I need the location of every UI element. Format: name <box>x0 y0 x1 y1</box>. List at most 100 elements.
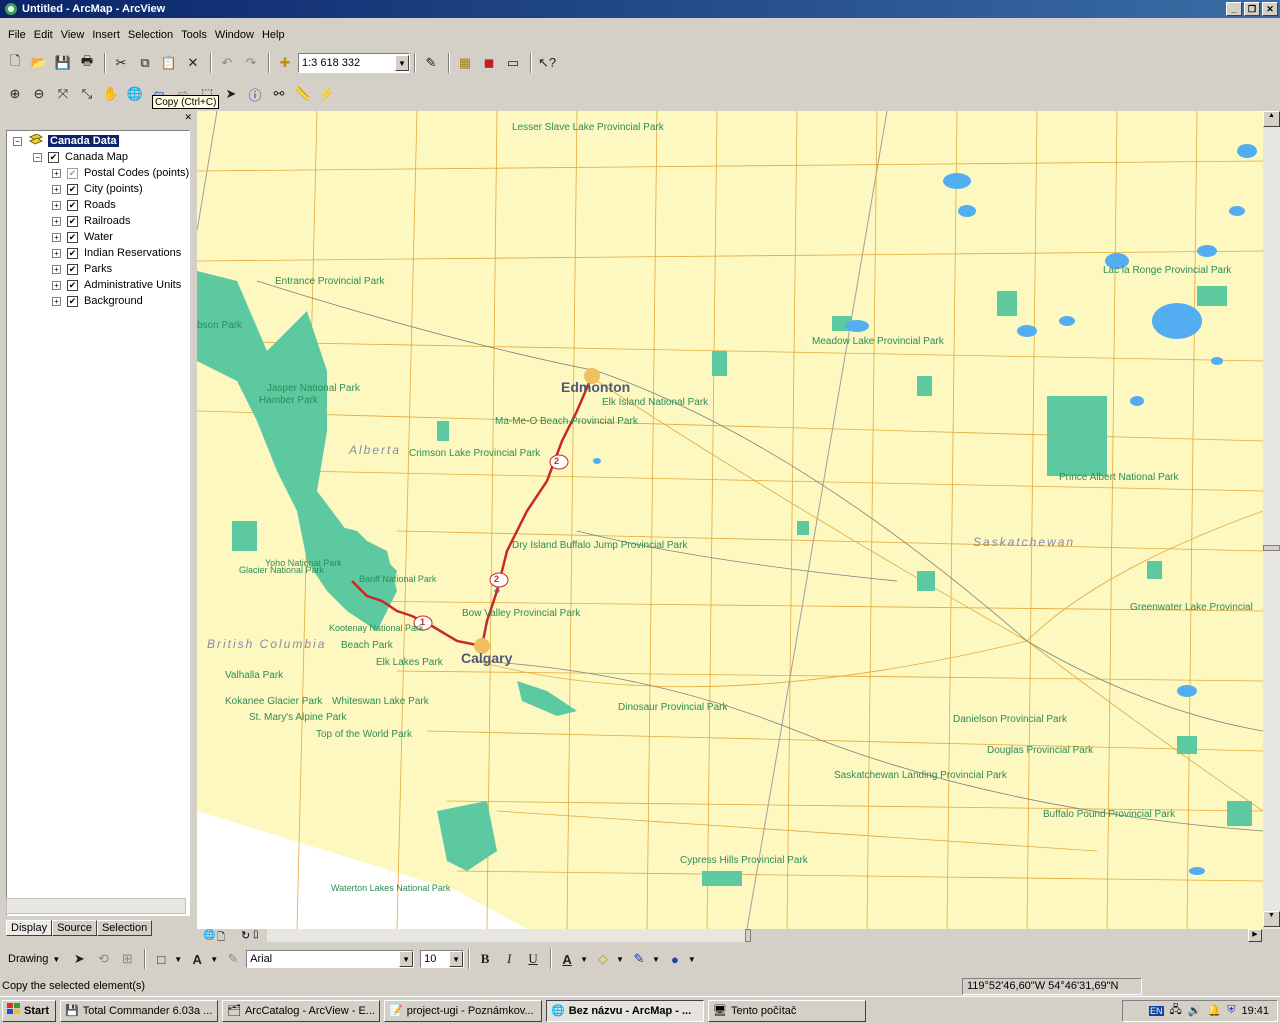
select-elements-arrow-icon[interactable]: ➤ <box>220 83 242 105</box>
data-view-icon[interactable]: 🌐 <box>203 930 215 941</box>
toc-map-group[interactable]: − ✔ Canada Map <box>33 149 128 165</box>
fill-color-icon[interactable]: ◇ <box>592 948 614 970</box>
checkbox-checked-icon[interactable]: ✔ <box>67 183 78 195</box>
chevron-down-icon[interactable]: ▼ <box>688 955 696 964</box>
minimize-button[interactable]: _ <box>1226 2 1242 16</box>
drawing-menu[interactable]: Drawing <box>4 953 52 965</box>
checkbox-checked-icon[interactable]: ✔ <box>67 263 78 275</box>
expand-icon[interactable]: + <box>52 216 61 226</box>
expand-icon[interactable]: + <box>52 280 61 290</box>
chevron-down-icon[interactable]: ▼ <box>399 951 414 967</box>
fixed-zoom-in-icon[interactable]: ⤧ <box>52 83 74 105</box>
font-color-icon[interactable]: A <box>556 948 578 970</box>
rectangle-icon[interactable]: □ <box>150 948 172 970</box>
chevron-down-icon[interactable]: ▼ <box>616 955 624 964</box>
scroll-right-icon[interactable]: ▶ <box>1248 929 1262 942</box>
expand-icon[interactable]: + <box>52 168 61 178</box>
callout-icon[interactable]: ✎ <box>222 948 244 970</box>
taskbar-item[interactable]: 🗂 ArcCatalog - ArcView - E... <box>222 999 380 1022</box>
tab-selection[interactable]: Selection <box>96 920 153 936</box>
refresh-icon[interactable]: ↻ <box>241 929 250 942</box>
map-vertical-scrollbar[interactable]: ▲ ▼ <box>1263 111 1280 929</box>
menu-help[interactable]: Help <box>258 29 289 41</box>
shield-icon[interactable]: ⛨ <box>1227 1004 1235 1017</box>
underline-icon[interactable]: U <box>522 948 544 970</box>
chevron-down-icon[interactable]: ▼ <box>395 55 409 71</box>
hyperlink-lightning-icon[interactable]: ⚡ <box>316 83 338 105</box>
identify-icon[interactable]: ⓘ <box>244 83 266 105</box>
close-icon[interactable]: ✕ <box>184 112 192 126</box>
expand-icon[interactable]: + <box>52 232 61 242</box>
checkbox-checked-icon[interactable]: ✔ <box>67 231 78 243</box>
zoom-out-icon[interactable]: ⊖ <box>28 83 50 105</box>
layout-view-icon[interactable]: 🗋 <box>217 930 225 947</box>
scroll-down-icon[interactable]: ▼ <box>1263 911 1280 927</box>
find-binoculars-icon[interactable]: ⚯ <box>268 83 290 105</box>
font-dropdown[interactable]: Arial ▼ <box>246 950 415 968</box>
toc-layer[interactable]: + ✔ Water <box>52 229 113 245</box>
scroll-thumb[interactable] <box>745 929 751 942</box>
arctoolbox-icon[interactable]: ◼ <box>478 52 500 74</box>
taskbar-item[interactable]: 📝 project-ugi - Poznámkov... <box>384 999 542 1022</box>
expand-icon[interactable]: + <box>52 200 61 210</box>
toc-horizontal-scrollbar[interactable] <box>6 898 186 914</box>
menu-tools[interactable]: Tools <box>177 29 211 41</box>
open-folder-icon[interactable]: 📂 <box>28 52 50 74</box>
toc-layer[interactable]: + ✔ City (points) <box>52 181 143 197</box>
menu-view[interactable]: View <box>57 29 89 41</box>
notification-icon[interactable]: 🔔 <box>1208 1004 1222 1017</box>
chevron-down-icon[interactable]: ▼ <box>580 955 588 964</box>
toc-layer[interactable]: + ✔ Indian Reservations <box>52 245 181 261</box>
toc-layer[interactable]: + ✔ Parks <box>52 261 112 277</box>
network-icon[interactable]: 🖧 <box>1170 1001 1182 1020</box>
collapse-icon[interactable]: − <box>33 152 42 162</box>
maximize-button[interactable]: ❐ <box>1244 2 1260 16</box>
expand-icon[interactable]: + <box>52 248 61 258</box>
italic-icon[interactable]: I <box>498 948 520 970</box>
tab-display[interactable]: Display <box>6 920 53 936</box>
marker-color-icon[interactable]: ● <box>664 948 686 970</box>
line-color-icon[interactable]: ✎ <box>628 948 650 970</box>
scroll-thumb[interactable] <box>1263 545 1280 551</box>
menu-file[interactable]: File <box>4 29 30 41</box>
full-extent-globe-icon[interactable]: 🌐 <box>124 83 146 105</box>
toc-layer[interactable]: + ✔ Postal Codes (points) <box>52 165 189 181</box>
menu-insert[interactable]: Insert <box>88 29 124 41</box>
taskbar-item[interactable]: 🌐 Bez názvu - ArcMap - ... <box>546 999 704 1022</box>
expand-icon[interactable]: + <box>52 184 61 194</box>
undo-icon[interactable]: ↶ <box>216 52 238 74</box>
checkbox-checked-icon[interactable]: ✔ <box>67 247 78 259</box>
toc-data-frame[interactable]: − Canada Data <box>13 132 119 149</box>
zoom-whole-page-icon[interactable]: ⊞ <box>116 948 138 970</box>
chevron-down-icon[interactable]: ▼ <box>174 955 182 964</box>
tab-source[interactable]: Source <box>52 920 97 936</box>
chevron-down-icon[interactable]: ▼ <box>210 955 218 964</box>
save-icon[interactable]: 💾 <box>52 52 74 74</box>
pan-hand-icon[interactable]: ✋ <box>100 83 122 105</box>
editor-toolbar-icon[interactable]: ✎ <box>420 52 442 74</box>
expand-icon[interactable]: + <box>52 296 61 306</box>
print-icon[interactable]: 🖶 <box>76 52 98 74</box>
start-button[interactable]: Start <box>2 999 56 1022</box>
toc-layer[interactable]: + ✔ Background <box>52 293 143 309</box>
delete-icon[interactable]: ✕ <box>182 52 204 74</box>
checkbox-checked-icon[interactable]: ✔ <box>67 199 78 211</box>
scroll-up-icon[interactable]: ▲ <box>1263 111 1280 127</box>
checkbox-partial-icon[interactable]: ✔ <box>67 167 78 179</box>
measure-icon[interactable]: 📏 <box>292 83 314 105</box>
checkbox-checked-icon[interactable]: ✔ <box>67 279 78 291</box>
taskbar-item[interactable]: 🖥 Tento počítač <box>708 999 866 1022</box>
map-display[interactable]: 2 2 1 Edmonton Calgary Alberta British C… <box>197 111 1263 929</box>
collapse-icon[interactable]: − <box>13 136 22 146</box>
add-data-icon[interactable]: ✚ <box>274 52 296 74</box>
whats-this-help-icon[interactable]: ↖? <box>536 52 558 74</box>
paste-icon[interactable]: 📋 <box>158 52 180 74</box>
menu-selection[interactable]: Selection <box>124 29 177 41</box>
font-size-dropdown[interactable]: 10 ▼ <box>420 950 465 968</box>
fixed-zoom-out-icon[interactable]: ⤡ <box>76 83 98 105</box>
pause-drawing-icon[interactable]: ▯ <box>253 929 259 940</box>
volume-icon[interactable]: 🔊 <box>1188 1004 1202 1017</box>
checkbox-checked-icon[interactable]: ✔ <box>67 295 78 307</box>
redo-icon[interactable]: ↷ <box>240 52 262 74</box>
copy-icon[interactable]: ⧉ <box>134 52 156 74</box>
